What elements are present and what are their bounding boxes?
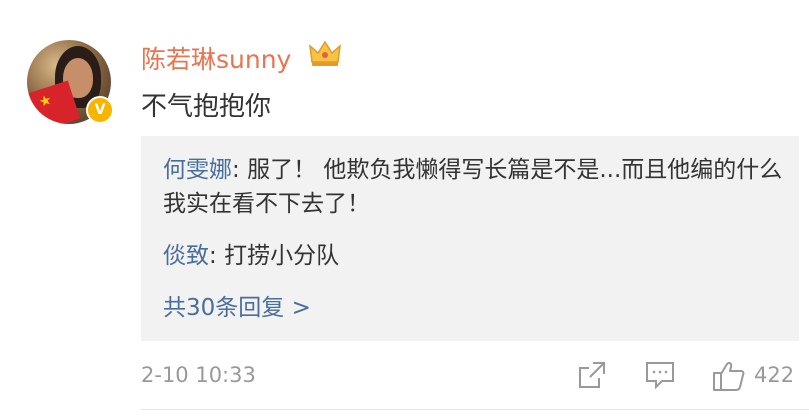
reply-colon: : bbox=[209, 243, 225, 269]
crown-icon bbox=[309, 40, 341, 66]
divider bbox=[141, 409, 809, 410]
like-icon[interactable] bbox=[712, 360, 746, 392]
reply-author[interactable]: 倓致 bbox=[163, 243, 209, 269]
reply-text: 服了！ 他欺负我懒得写长篇是不是...而且他编的什么 我实在看不下去了！ bbox=[163, 157, 783, 217]
reply-colon: : bbox=[232, 157, 248, 183]
share-icon[interactable] bbox=[577, 360, 607, 390]
comment-text: 不气抱抱你 bbox=[141, 92, 272, 122]
more-replies-link[interactable]: 共30条回复 > bbox=[163, 288, 311, 322]
username[interactable]: 陈若琳sunny bbox=[141, 40, 291, 76]
reply-item[interactable]: 倓致: 打捞小分队 bbox=[163, 239, 339, 273]
verified-badge: V bbox=[86, 96, 114, 124]
reply-text: 打捞小分队 bbox=[224, 243, 340, 269]
comment-icon[interactable] bbox=[644, 360, 676, 390]
comment-time: 2-10 10:33 bbox=[141, 363, 256, 387]
reply-box[interactable]: 何雯娜: 服了！ 他欺负我懒得写长篇是不是...而且他编的什么 我实在看不下去了… bbox=[141, 136, 799, 341]
reply-author[interactable]: 何雯娜 bbox=[163, 157, 232, 183]
reply-item[interactable]: 何雯娜: 服了！ 他欺负我懒得写长篇是不是...而且他编的什么 我实在看不下去了… bbox=[163, 153, 783, 221]
like-count: 422 bbox=[754, 363, 795, 387]
